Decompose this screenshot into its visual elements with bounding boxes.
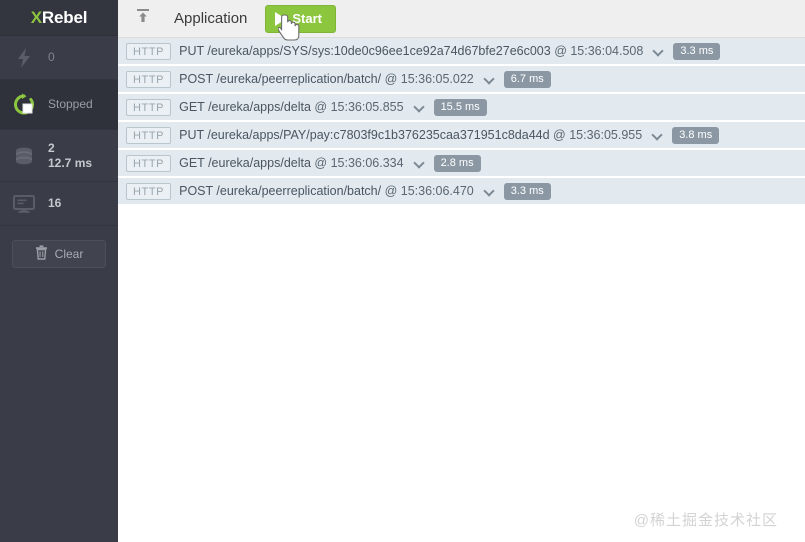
request-row[interactable]: HTTP GET /eureka/apps/delta @ 15:36:05.85… xyxy=(118,94,805,122)
sidebar-metric-io-value: 16 xyxy=(48,196,62,210)
duration-badge: 3.3 ms xyxy=(673,42,721,60)
request-timestamp: @ 15:36:05.022 xyxy=(384,72,474,86)
xrebel-window: XRebel 0 Stopped 2 12.7 ms 16 Clear Appl… xyxy=(0,0,805,542)
trash-icon xyxy=(35,245,48,263)
duration-badge: 2.8 ms xyxy=(433,154,481,172)
brand-name: Rebel xyxy=(41,7,88,27)
sidebar-metric-database-count: 2 xyxy=(48,140,55,155)
request-summary: PUT /eureka/apps/PAY/pay:c7803f9c1b37623… xyxy=(179,128,643,142)
play-icon xyxy=(275,11,287,26)
duration-badge: 3.8 ms xyxy=(672,126,720,144)
request-row[interactable]: HTTP PUT /eureka/apps/SYS/sys:10de0c96ee1… xyxy=(118,38,805,66)
chevron-down-icon[interactable] xyxy=(653,46,663,56)
stopwatch-stop-icon xyxy=(10,91,38,119)
protocol-badge: HTTP xyxy=(126,98,172,116)
toolbar: Application Start xyxy=(118,0,805,41)
brand-prefix: X xyxy=(30,7,42,27)
duration-badge: 15.5 ms xyxy=(433,98,487,116)
request-timestamp: @ 15:36:06.470 xyxy=(384,184,474,198)
sidebar-metric-io[interactable]: 16 xyxy=(0,182,118,226)
request-row[interactable]: HTTP POST /eureka/peerreplication/batch/ … xyxy=(118,66,805,94)
request-timestamp: @ 15:36:06.334 xyxy=(314,156,404,170)
clear-button[interactable]: Clear xyxy=(12,240,106,268)
page-title: Application xyxy=(174,10,248,27)
duration-badge: 3.3 ms xyxy=(503,182,551,200)
upload-button[interactable] xyxy=(126,4,160,34)
request-summary: POST /eureka/peerreplication/batch/ @ 15… xyxy=(179,72,474,86)
clear-button-label: Clear xyxy=(54,247,84,261)
request-summary: GET /eureka/apps/delta @ 15:36:06.334 xyxy=(179,156,404,170)
upload-icon xyxy=(134,7,152,30)
main-panel: Application Start HTTP PUT /eureka/apps/S… xyxy=(118,0,805,542)
request-summary: PUT /eureka/apps/SYS/sys:10de0c96ee1ce92… xyxy=(179,44,644,58)
brand-text: XRebel xyxy=(30,7,88,28)
sidebar-metric-exceptions[interactable]: 0 xyxy=(0,36,118,80)
start-button-label: Start xyxy=(292,11,323,26)
request-timestamp: @ 15:36:05.855 xyxy=(314,100,404,114)
lightning-icon xyxy=(10,44,38,72)
sidebar: XRebel 0 Stopped 2 12.7 ms 16 Clear xyxy=(0,0,118,542)
sidebar-metric-database[interactable]: 2 12.7 ms xyxy=(0,130,118,182)
chevron-down-icon[interactable] xyxy=(652,130,662,140)
database-icon xyxy=(10,142,38,170)
protocol-badge: HTTP xyxy=(126,42,172,60)
sidebar-metric-exceptions-value: 0 xyxy=(48,50,55,64)
request-timestamp: @ 15:36:05.955 xyxy=(553,128,643,142)
protocol-badge: HTTP xyxy=(126,154,172,172)
sidebar-metric-session-text: Stopped xyxy=(48,97,93,112)
request-row[interactable]: HTTP POST /eureka/peerreplication/batch/ … xyxy=(118,178,805,206)
sidebar-metric-database-time: 12.7 ms xyxy=(48,155,93,170)
sidebar-metric-session[interactable]: Stopped xyxy=(0,80,118,130)
chevron-down-icon[interactable] xyxy=(484,186,494,196)
clear-button-container: Clear xyxy=(0,226,118,268)
chevron-down-icon[interactable] xyxy=(414,158,424,168)
start-button[interactable]: Start xyxy=(265,4,337,33)
request-row[interactable]: HTTP PUT /eureka/apps/PAY/pay:c7803f9c1b3… xyxy=(118,122,805,150)
request-row[interactable]: HTTP GET /eureka/apps/delta @ 15:36:06.33… xyxy=(118,150,805,178)
chevron-down-icon[interactable] xyxy=(484,74,494,84)
sidebar-metric-io-text: 16 xyxy=(48,196,61,211)
duration-badge: 6.7 ms xyxy=(503,70,551,88)
sidebar-metric-exceptions-text: 0 xyxy=(48,50,55,65)
request-timestamp: @ 15:36:04.508 xyxy=(554,44,644,58)
sidebar-metric-session-label: Stopped xyxy=(48,97,93,111)
sidebar-metric-database-text: 2 12.7 ms xyxy=(48,141,92,171)
request-list: HTTP PUT /eureka/apps/SYS/sys:10de0c96ee1… xyxy=(118,38,805,542)
protocol-badge: HTTP xyxy=(126,126,172,144)
monitor-icon xyxy=(10,190,38,218)
brand-logo: XRebel xyxy=(0,0,118,36)
protocol-badge: HTTP xyxy=(126,70,172,88)
chevron-down-icon[interactable] xyxy=(414,102,424,112)
protocol-badge: HTTP xyxy=(126,182,172,200)
request-summary: GET /eureka/apps/delta @ 15:36:05.855 xyxy=(179,100,404,114)
request-summary: POST /eureka/peerreplication/batch/ @ 15… xyxy=(179,184,474,198)
